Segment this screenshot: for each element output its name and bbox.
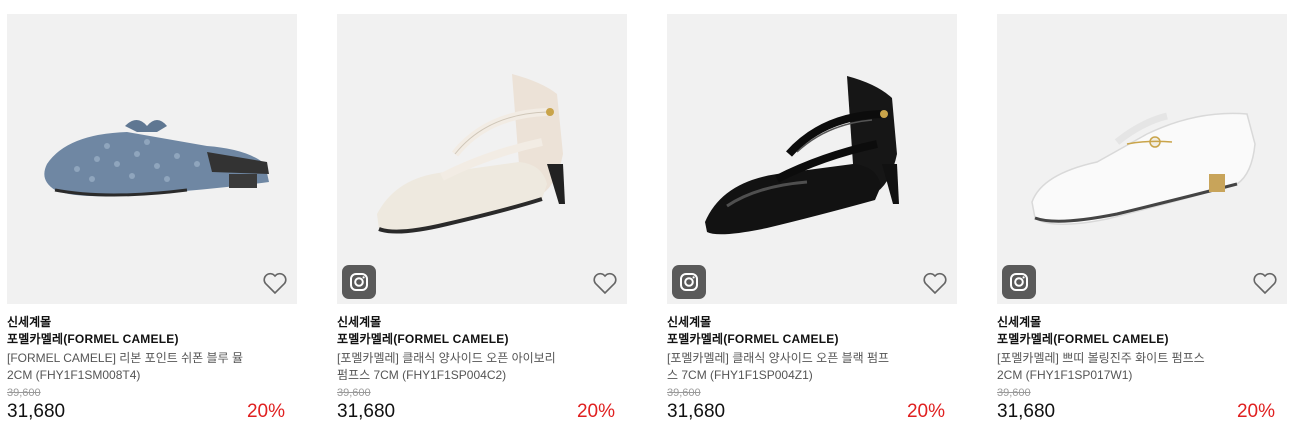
wishlist-heart-icon[interactable] <box>1252 271 1278 295</box>
shoe-pump-black-image <box>705 76 899 235</box>
product-name[interactable]: [포멜카멜레] 클래식 양사이드 오픈 블랙 펌프 스 7CM (FHY1F1S… <box>667 350 957 384</box>
shoe-mule-image <box>44 120 270 197</box>
product-info: 신세계몰 포멜카멜레(FORMEL CAMELE) [포멜카멜레] 클래식 양사… <box>667 304 957 426</box>
product-image[interactable] <box>7 14 297 304</box>
discount-rate: 20% <box>576 401 615 422</box>
sale-price: 31,680 <box>997 401 1056 422</box>
product-name[interactable]: [FORMEL CAMELE] 리본 포인트 쉬폰 블루 뮬 2CM (FHY1… <box>7 350 297 384</box>
wishlist-heart-icon[interactable] <box>922 271 948 295</box>
discount-rate: 20% <box>246 401 285 422</box>
product-info: 신세계몰 포멜카멜레(FORMEL CAMELE) [포멜카멜레] 쁘띠 볼링진… <box>997 304 1287 426</box>
sale-price: 31,680 <box>7 401 66 422</box>
product-image[interactable] <box>667 14 957 304</box>
sale-price: 31,680 <box>337 401 396 422</box>
instagram-icon <box>1010 273 1028 291</box>
product-name-line: 2CM (FHY1F1SM008T4) <box>7 368 141 382</box>
seller-name: 신세계몰 <box>667 315 712 329</box>
shoe-flat-white-image <box>1031 112 1256 225</box>
discount-rate: 20% <box>1236 401 1275 422</box>
product-name-line: [포멜카멜레] 쁘띠 볼링진주 화이트 펌프스 <box>997 351 1205 365</box>
product-image[interactable] <box>997 14 1287 304</box>
seller-name: 신세계몰 <box>7 315 52 329</box>
product-card[interactable]: 신세계몰 포멜카멜레(FORMEL CAMELE) [포멜카멜레] 클래식 양사… <box>337 14 627 426</box>
brand-name[interactable]: 포멜카멜레(FORMEL CAMELE) <box>997 331 1287 348</box>
shoe-pump-ivory-image <box>377 74 565 234</box>
wishlist-heart-icon[interactable] <box>592 271 618 295</box>
instagram-icon <box>350 273 368 291</box>
instagram-badge[interactable] <box>672 265 706 299</box>
original-price: 39,600 <box>337 387 371 399</box>
price-row: 31,680 20% <box>7 400 297 426</box>
product-grid: 신세계몰 포멜카멜레(FORMEL CAMELE) [FORMEL CAMELE… <box>0 0 1293 448</box>
product-name-line: 2CM (FHY1F1SP017W1) <box>997 368 1133 382</box>
original-price: 39,600 <box>7 387 41 399</box>
instagram-badge[interactable] <box>1002 265 1036 299</box>
product-name-line: 스 7CM (FHY1F1SP004Z1) <box>667 368 813 382</box>
product-card[interactable]: 신세계몰 포멜카멜레(FORMEL CAMELE) [FORMEL CAMELE… <box>7 14 297 426</box>
brand-name[interactable]: 포멜카멜레(FORMEL CAMELE) <box>7 331 297 348</box>
product-name-line: [FORMEL CAMELE] 리본 포인트 쉬폰 블루 뮬 <box>7 351 243 365</box>
original-price: 39,600 <box>667 387 701 399</box>
product-card[interactable]: 신세계몰 포멜카멜레(FORMEL CAMELE) [포멜카멜레] 클래식 양사… <box>667 14 957 426</box>
wishlist-heart-icon[interactable] <box>262 271 288 295</box>
seller-name: 신세계몰 <box>997 315 1042 329</box>
brand-name[interactable]: 포멜카멜레(FORMEL CAMELE) <box>337 331 627 348</box>
price-row: 31,680 20% <box>997 400 1287 426</box>
instagram-icon <box>680 273 698 291</box>
product-name-line: [포멜카멜레] 클래식 양사이드 오픈 블랙 펌프 <box>667 351 890 365</box>
price-row: 31,680 20% <box>667 400 957 426</box>
product-card[interactable]: 신세계몰 포멜카멜레(FORMEL CAMELE) [포멜카멜레] 쁘띠 볼링진… <box>997 14 1287 426</box>
sale-price: 31,680 <box>667 401 726 422</box>
product-name-line: 펌프스 7CM (FHY1F1SP004C2) <box>337 368 507 382</box>
instagram-badge[interactable] <box>342 265 376 299</box>
original-price: 39,600 <box>997 387 1031 399</box>
product-name[interactable]: [포멜카멜레] 클래식 양사이드 오픈 아이보리 펌프스 7CM (FHY1F1… <box>337 350 627 384</box>
discount-rate: 20% <box>906 401 945 422</box>
product-info: 신세계몰 포멜카멜레(FORMEL CAMELE) [FORMEL CAMELE… <box>7 304 297 426</box>
product-info: 신세계몰 포멜카멜레(FORMEL CAMELE) [포멜카멜레] 클래식 양사… <box>337 304 627 426</box>
product-name-line: [포멜카멜레] 클래식 양사이드 오픈 아이보리 <box>337 351 556 365</box>
brand-name[interactable]: 포멜카멜레(FORMEL CAMELE) <box>667 331 957 348</box>
price-row: 31,680 20% <box>337 400 627 426</box>
seller-name: 신세계몰 <box>337 315 382 329</box>
product-image[interactable] <box>337 14 627 304</box>
product-name[interactable]: [포멜카멜레] 쁘띠 볼링진주 화이트 펌프스 2CM (FHY1F1SP017… <box>997 350 1287 384</box>
